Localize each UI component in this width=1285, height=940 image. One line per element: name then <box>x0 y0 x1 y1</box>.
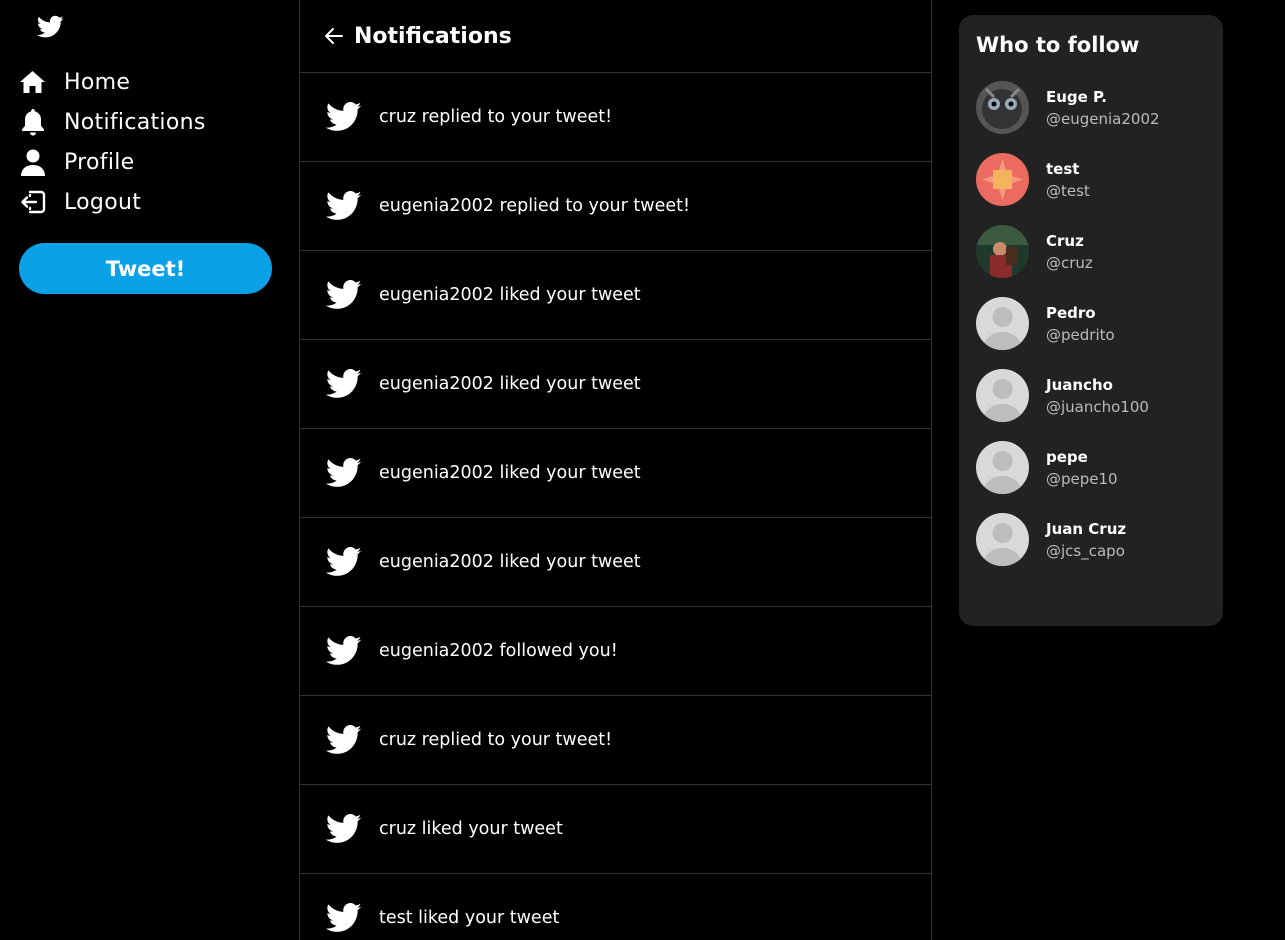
twitter-bird-icon <box>326 547 362 577</box>
notification-text: eugenia2002 liked your tweet <box>379 463 641 483</box>
notification-item[interactable]: test liked your tweet <box>300 874 931 940</box>
avatar[interactable] <box>976 441 1029 494</box>
user-name: Juancho <box>1046 375 1113 394</box>
app-root: Home Notifications Profile Logout Tweet!… <box>0 0 1285 940</box>
notification-item[interactable]: cruz liked your tweet <box>300 785 931 874</box>
notification-item[interactable]: cruz replied to your tweet! <box>300 73 931 162</box>
notification-text: cruz replied to your tweet! <box>379 107 613 127</box>
avatar[interactable] <box>976 513 1029 566</box>
nav-notifications-label: Notifications <box>64 109 206 135</box>
nav-profile-label: Profile <box>64 149 135 175</box>
avatar[interactable] <box>976 369 1029 422</box>
avatar[interactable] <box>976 81 1029 134</box>
twitter-bird-icon <box>326 636 362 666</box>
notification-item[interactable]: eugenia2002 liked your tweet <box>300 429 931 518</box>
user-name: Pedro <box>1046 303 1096 322</box>
user-name: Juan Cruz <box>1046 519 1127 538</box>
notification-list: cruz replied to your tweet! eugenia2002 r… <box>300 73 931 940</box>
follow-suggestion[interactable]: test @test <box>976 140 1206 219</box>
notification-item[interactable]: eugenia2002 liked your tweet <box>300 340 931 429</box>
user-icon <box>19 149 46 176</box>
notification-text: cruz replied to your tweet! <box>379 730 613 750</box>
tweet-button[interactable]: Tweet! <box>19 243 272 294</box>
notification-item[interactable]: eugenia2002 followed you! <box>300 607 931 696</box>
user-name: Cruz <box>1046 231 1084 250</box>
twitter-bird-icon <box>326 191 362 221</box>
twitter-bird-icon <box>326 102 362 132</box>
notification-item[interactable]: eugenia2002 replied to your tweet! <box>300 162 931 251</box>
nav-profile[interactable]: Profile <box>19 142 206 182</box>
user-handle: @cruz <box>1046 253 1093 272</box>
user-name: pepe <box>1046 447 1088 466</box>
twitter-bird-icon <box>326 725 362 755</box>
notification-text: eugenia2002 liked your tweet <box>379 552 641 572</box>
logout-icon <box>19 189 46 216</box>
page-title: Notifications <box>354 23 512 49</box>
nav-logout-label: Logout <box>64 189 142 215</box>
twitter-bird-icon <box>326 814 362 844</box>
user-list: Euge P. @eugenia2002 test @test Cruz @cruz Ped… <box>976 68 1206 579</box>
follow-suggestion[interactable]: Cruz @cruz <box>976 212 1206 291</box>
avatar[interactable] <box>976 297 1029 350</box>
back-arrow-icon[interactable] <box>324 26 344 46</box>
main-nav: Home Notifications Profile Logout <box>19 62 206 222</box>
twitter-bird-icon <box>326 903 362 933</box>
follow-suggestion[interactable]: Juan Cruz @jcs_capo <box>976 500 1206 579</box>
nav-home[interactable]: Home <box>19 62 206 102</box>
nav-home-label: Home <box>64 69 131 95</box>
avatar[interactable] <box>976 153 1029 206</box>
left-sidebar: Home Notifications Profile Logout Tweet! <box>0 0 300 940</box>
notification-text: eugenia2002 liked your tweet <box>379 374 641 394</box>
twitter-bird-icon <box>326 458 362 488</box>
follow-suggestion[interactable]: Euge P. @eugenia2002 <box>976 68 1206 147</box>
user-handle: @jcs_capo <box>1046 541 1125 560</box>
twitter-bird-icon <box>326 369 362 399</box>
notification-item[interactable]: eugenia2002 liked your tweet <box>300 251 931 340</box>
user-handle: @test <box>1046 181 1090 200</box>
user-name: Euge P. <box>1046 87 1107 106</box>
home-icon <box>19 69 46 96</box>
notification-item[interactable]: eugenia2002 liked your tweet <box>300 518 931 607</box>
avatar[interactable] <box>976 225 1029 278</box>
notification-text: eugenia2002 followed you! <box>379 641 618 661</box>
follow-suggestion[interactable]: pepe @pepe10 <box>976 428 1206 507</box>
user-name: test <box>1046 159 1080 178</box>
page-header: Notifications <box>300 0 931 73</box>
who-to-follow-title: Who to follow <box>976 33 1140 57</box>
who-to-follow-panel: Who to follow Euge P. @eugenia2002 test @te… <box>959 15 1223 626</box>
follow-suggestion[interactable]: Juancho @juancho100 <box>976 356 1206 435</box>
notification-item[interactable]: cruz replied to your tweet! <box>300 696 931 785</box>
nav-logout[interactable]: Logout <box>19 182 206 222</box>
user-handle: @juancho100 <box>1046 397 1149 416</box>
twitter-bird-icon <box>326 280 362 310</box>
user-handle: @eugenia2002 <box>1046 109 1160 128</box>
notification-text: test liked your tweet <box>379 908 560 928</box>
user-handle: @pedrito <box>1046 325 1115 344</box>
notification-text: eugenia2002 liked your tweet <box>379 285 641 305</box>
bell-icon <box>19 108 46 136</box>
notification-text: cruz liked your tweet <box>379 819 563 839</box>
notifications-column: Notifications cruz replied to your tweet… <box>299 0 932 940</box>
follow-suggestion[interactable]: Pedro @pedrito <box>976 284 1206 363</box>
user-handle: @pepe10 <box>1046 469 1118 488</box>
nav-notifications[interactable]: Notifications <box>19 102 206 142</box>
twitter-bird-icon[interactable] <box>36 15 64 39</box>
notification-text: eugenia2002 replied to your tweet! <box>379 196 690 216</box>
